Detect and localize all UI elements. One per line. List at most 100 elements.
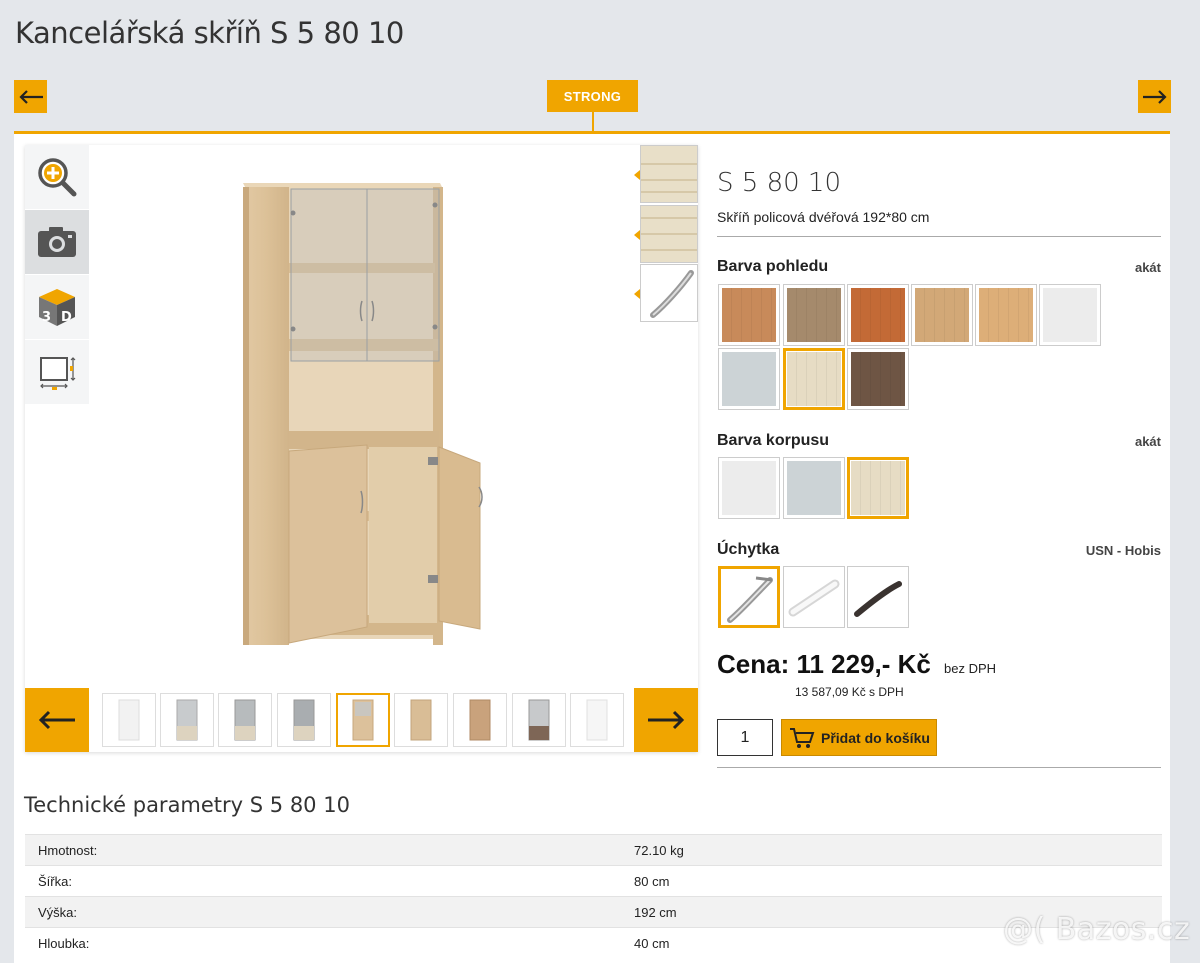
add-to-cart-button[interactable]: Přidat do košíku — [781, 719, 937, 756]
body-color-swatch-2[interactable] — [783, 457, 845, 519]
gallery-thumb[interactable] — [570, 693, 624, 747]
svg-text:3: 3 — [42, 310, 51, 325]
side-thumb-texture-1[interactable] — [634, 145, 698, 203]
photo-tool-button[interactable] — [25, 210, 89, 274]
view-color-swatch-6[interactable] — [1039, 284, 1101, 346]
view-color-swatch-5[interactable] — [975, 284, 1037, 346]
zoom-tool-button[interactable] — [25, 145, 89, 209]
handle-option-dark-curved[interactable] — [847, 566, 909, 628]
param-name: Šířka: — [38, 873, 72, 889]
body-color-value: akát — [1134, 434, 1161, 449]
table-row: Šířka: 80 cm — [25, 865, 1162, 896]
arrow-right-icon — [648, 710, 685, 730]
gallery-thumb[interactable] — [102, 693, 156, 747]
gallery-next-button[interactable] — [634, 688, 698, 752]
dimensions-tool-button[interactable] — [25, 340, 89, 404]
gallery-thumb[interactable] — [394, 693, 448, 747]
arrow-left-icon — [38, 710, 75, 730]
next-product-button[interactable] — [1138, 80, 1171, 113]
body-color-swatch-1[interactable] — [718, 457, 780, 519]
gallery-thumb[interactable] — [453, 693, 507, 747]
camera-icon — [38, 227, 76, 257]
svg-text:D: D — [61, 310, 72, 325]
view-color-swatch-3[interactable] — [847, 284, 909, 346]
body-color-swatch-3[interactable] — [847, 457, 909, 519]
watermark-logo: @( Bazos.cz — [1003, 912, 1191, 947]
cabinet-thumb — [234, 699, 256, 741]
table-row: Hloubka: 40 cm — [25, 927, 1162, 958]
view-color-swatch-1[interactable] — [718, 284, 780, 346]
param-name: Hloubka: — [38, 935, 90, 951]
view-color-swatch-8[interactable] — [783, 348, 845, 410]
cart-icon — [790, 727, 815, 748]
page-title: Kancelářská skříň S 5 80 10 — [15, 16, 404, 50]
handle-label: Úchytka — [717, 541, 780, 558]
product-description: Skříň policová dvéřová 192*80 cm — [717, 209, 930, 225]
handle-value: USN - Hobis — [1085, 543, 1161, 558]
cabinet-thumb — [352, 699, 374, 741]
cabinet-thumb — [469, 699, 491, 741]
swatch-fill — [979, 288, 1033, 342]
arrow-left-icon — [18, 89, 43, 104]
cabinet-thumb — [528, 699, 550, 741]
arrow-right-icon — [1142, 89, 1167, 104]
product-code: S 5 80 10 — [717, 168, 842, 198]
swatch-fill — [787, 352, 841, 406]
view-color-swatch-7[interactable] — [718, 348, 780, 410]
divider — [717, 236, 1161, 237]
cabinet-thumb — [118, 699, 140, 741]
gallery-thumb[interactable] — [218, 693, 272, 747]
view-color-swatch-4[interactable] — [911, 284, 973, 346]
price-main: Cena: 11 229,- Kč — [717, 649, 931, 679]
param-name: Hmotnost: — [38, 842, 98, 858]
swatch-fill — [915, 288, 969, 342]
swatch-fill — [722, 461, 776, 515]
cabinet-thumb — [410, 699, 432, 741]
cabinet-thumb — [586, 699, 608, 741]
brand-tab-stem — [592, 112, 594, 132]
gallery-thumb[interactable] — [160, 693, 214, 747]
prev-product-button[interactable] — [14, 80, 47, 113]
swatch-fill — [787, 461, 841, 515]
swatch-fill — [722, 288, 776, 342]
cabinet-thumb — [176, 699, 198, 741]
image-viewer: 3 D — [25, 145, 698, 752]
handle-thumb-icon — [650, 270, 694, 318]
swatch-fill — [1043, 288, 1097, 342]
table-row: Výška: 192 cm — [25, 896, 1162, 927]
zoom-icon — [38, 158, 77, 197]
gallery-thumb[interactable] — [277, 693, 331, 747]
product-main-image[interactable] — [235, 175, 505, 655]
tech-table: Hmotnost: 72.10 kg Šířka: 80 cm Výška: 192 … — [25, 834, 1162, 958]
view-color-label: Barva pohledu — [717, 258, 829, 275]
gallery-thumb[interactable] — [512, 693, 566, 747]
swatch-fill — [851, 461, 905, 515]
swatch-fill — [851, 288, 905, 342]
side-thumb-texture-2[interactable] — [634, 205, 698, 263]
handle-option-curved-chrome[interactable] — [718, 566, 780, 628]
gallery-thumb-active[interactable] — [336, 693, 390, 747]
gallery-prev-button[interactable] — [25, 688, 89, 752]
handle-option-white-bar[interactable] — [783, 566, 845, 628]
view-color-swatch-9[interactable] — [847, 348, 909, 410]
swatch-fill — [787, 288, 841, 342]
tech-title: Technické parametry S 5 80 10 — [24, 793, 350, 817]
add-to-cart-label: Přidat do košíku — [821, 729, 930, 746]
swatch-fill — [722, 352, 776, 406]
price-vat-note: bez DPH — [944, 661, 997, 676]
wood-texture-thumb — [641, 146, 697, 202]
divider — [717, 767, 1161, 768]
dark-curved-handle-icon — [854, 581, 902, 617]
view-color-swatch-2[interactable] — [783, 284, 845, 346]
white-bar-handle-icon — [788, 579, 840, 617]
side-thumb-handle[interactable] — [634, 264, 698, 322]
param-value: 80 cm — [634, 873, 670, 889]
quantity-input[interactable] — [717, 719, 773, 756]
brand-tab[interactable]: STRONG — [547, 80, 638, 112]
3d-tool-button[interactable]: 3 D — [25, 275, 89, 339]
cabinet-thumb — [293, 699, 315, 741]
price-gross: 13 587,09 Kč s DPH — [795, 685, 904, 699]
dimensions-icon — [40, 357, 76, 390]
3d-icon: 3 D — [39, 289, 75, 326]
view-color-value: akát — [1134, 260, 1161, 275]
